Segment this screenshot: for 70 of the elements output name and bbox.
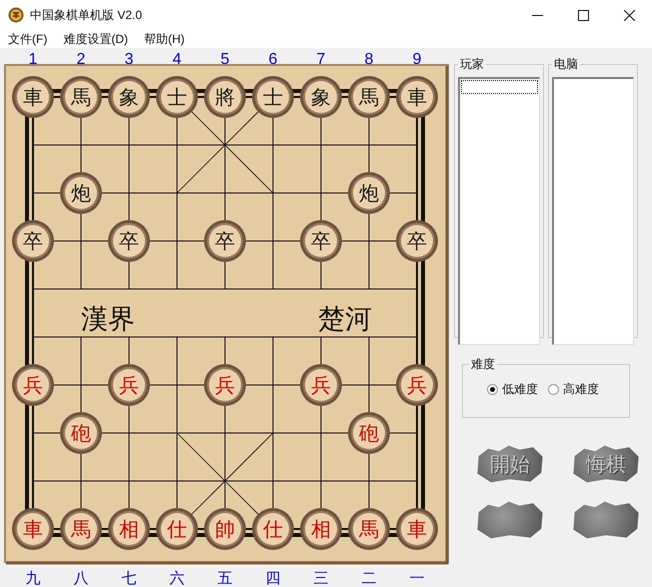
file-number: 9 — [412, 51, 422, 68]
file-number: 7 — [316, 51, 326, 68]
chess-piece[interactable]: 馬 — [348, 508, 390, 550]
chess-piece[interactable]: 象 — [300, 76, 342, 118]
file-number: 3 — [124, 51, 134, 68]
chess-piece[interactable]: 卒 — [396, 220, 438, 262]
file-number: 九 — [26, 570, 40, 587]
menu-item[interactable]: 帮助(H) — [144, 30, 185, 48]
group-title: 难度 — [470, 356, 496, 373]
file-number: 6 — [268, 51, 278, 68]
player-list[interactable] — [458, 77, 540, 345]
chess-piece[interactable]: 相 — [300, 508, 342, 550]
chess-piece[interactable]: 炮 — [60, 172, 102, 214]
chess-piece[interactable]: 士 — [252, 76, 294, 118]
radio-option[interactable]: 高难度 — [548, 381, 599, 398]
chess-piece[interactable]: 象 — [108, 76, 150, 118]
chess-piece[interactable]: 仕 — [156, 508, 198, 550]
app-icon — [8, 7, 24, 23]
chess-piece[interactable]: 車 — [396, 76, 438, 118]
river-text: 漢界 — [81, 304, 135, 334]
file-number: 八 — [74, 570, 88, 587]
file-number: 七 — [122, 570, 136, 587]
file-number: 五 — [218, 570, 232, 587]
chess-piece[interactable]: 帥 — [204, 508, 246, 550]
file-number: 4 — [172, 51, 182, 68]
chess-piece[interactable]: 兵 — [12, 364, 54, 406]
chess-piece[interactable]: 士 — [156, 76, 198, 118]
chess-piece[interactable]: 兵 — [204, 364, 246, 406]
chess-piece[interactable]: 卒 — [12, 220, 54, 262]
file-number: 1 — [28, 51, 38, 68]
option-label: 高难度 — [563, 381, 599, 398]
chess-piece[interactable]: 兵 — [300, 364, 342, 406]
radio-button[interactable] — [548, 384, 559, 395]
file-number: 5 — [220, 51, 230, 68]
chess-piece[interactable]: 馬 — [60, 76, 102, 118]
menu-item[interactable]: 文件(F) — [8, 30, 48, 48]
file-number: 六 — [170, 570, 184, 587]
option-label: 低难度 — [502, 381, 538, 398]
file-number: 三 — [314, 570, 328, 587]
chess-piece[interactable]: 卒 — [108, 220, 150, 262]
chess-piece[interactable]: 砲 — [60, 412, 102, 454]
river-text: 楚河 — [318, 304, 372, 334]
menu-item[interactable]: 难度设置(D) — [63, 30, 128, 48]
panel-title: 玩家 — [459, 56, 485, 73]
maximize-icon[interactable] — [578, 10, 588, 20]
chess-piece[interactable]: 車 — [396, 508, 438, 550]
chess-piece[interactable]: 將 — [204, 76, 246, 118]
file-number: 2 — [76, 51, 86, 68]
close-icon[interactable] — [624, 10, 634, 20]
chess-piece[interactable]: 仕 — [252, 508, 294, 550]
window-title: 中国象棋单机版 V2.0 — [30, 6, 142, 24]
chess-piece[interactable]: 車 — [12, 508, 54, 550]
chess-piece[interactable]: 卒 — [204, 220, 246, 262]
file-number: 四 — [266, 570, 280, 587]
chess-piece[interactable]: 相 — [108, 508, 150, 550]
panel-title: 电脑 — [553, 56, 579, 73]
radio-option[interactable]: 低难度 — [487, 381, 538, 398]
file-number: 8 — [364, 51, 374, 68]
file-number: 二 — [362, 570, 376, 587]
file-number: 一 — [410, 570, 424, 587]
chess-piece[interactable]: 車 — [12, 76, 54, 118]
computer-list[interactable] — [552, 77, 634, 345]
chess-piece[interactable]: 馬 — [348, 76, 390, 118]
chess-piece[interactable]: 砲 — [348, 412, 390, 454]
chess-piece[interactable]: 兵 — [108, 364, 150, 406]
chess-piece[interactable]: 卒 — [300, 220, 342, 262]
chess-piece[interactable]: 兵 — [396, 364, 438, 406]
chess-piece[interactable]: 馬 — [60, 508, 102, 550]
chess-piece[interactable]: 炮 — [348, 172, 390, 214]
radio-button[interactable] — [487, 384, 498, 395]
